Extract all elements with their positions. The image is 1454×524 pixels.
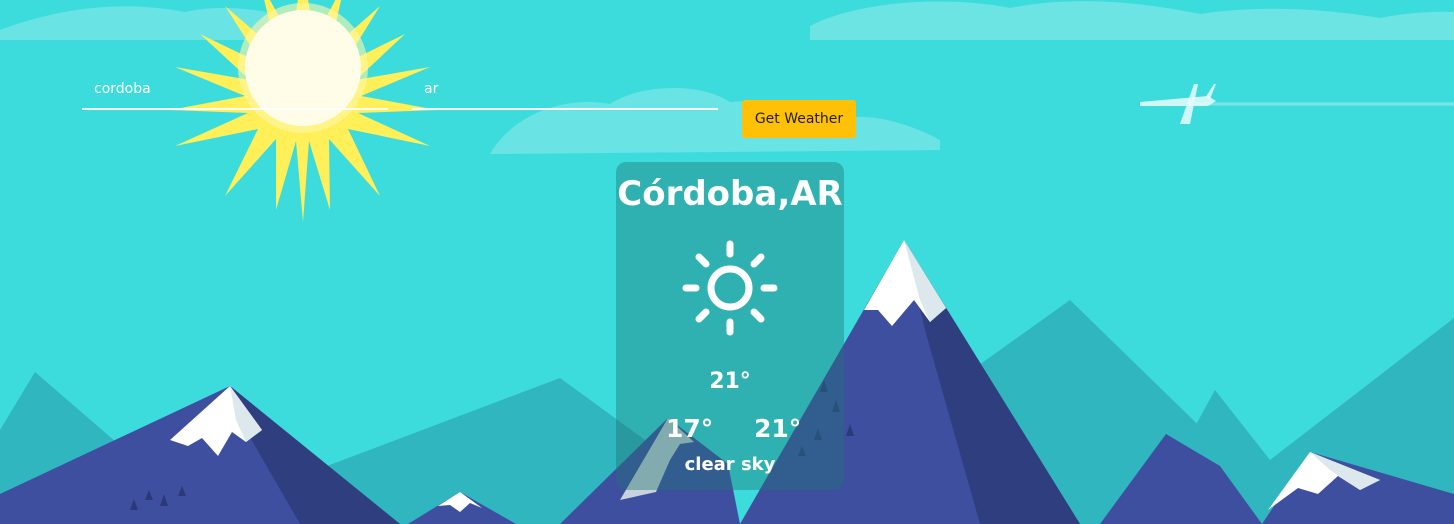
city-input-field — [82, 74, 388, 110]
get-weather-button[interactable]: Get Weather — [742, 100, 856, 138]
location-title: Córdoba,AR — [617, 174, 843, 214]
city-input[interactable] — [82, 74, 388, 104]
country-input-field — [412, 74, 718, 110]
current-temperature: 21° — [709, 369, 751, 394]
sun-icon — [680, 238, 780, 338]
weather-card: Córdoba,AR 21° 17° 21° clear sky — [616, 162, 844, 490]
country-input[interactable] — [412, 74, 718, 104]
weather-description: clear sky — [684, 454, 776, 475]
max-temperature: 21° — [754, 414, 802, 443]
min-temperature: 17° — [666, 414, 714, 443]
